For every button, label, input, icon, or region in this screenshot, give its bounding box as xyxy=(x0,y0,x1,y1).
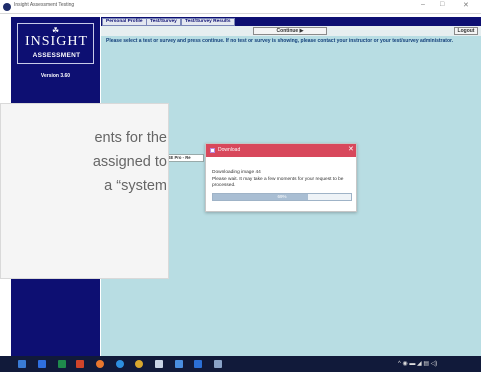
dialog-close-button[interactable]: ✕ xyxy=(348,145,354,153)
tab-personal-profile[interactable]: Personal Profile xyxy=(102,18,147,26)
excel-icon[interactable] xyxy=(58,360,66,368)
version-label: Version 3.60 xyxy=(40,73,71,79)
maximize-button[interactable]: □ xyxy=(440,1,444,8)
start-icon[interactable] xyxy=(18,360,26,368)
continue-button[interactable]: Continue ▶ xyxy=(253,27,327,35)
store-icon[interactable] xyxy=(194,360,202,368)
paint-icon[interactable] xyxy=(155,360,163,368)
app-icon xyxy=(3,3,11,11)
mail-icon[interactable] xyxy=(175,360,183,368)
dialog-title-bar: Download ✕ xyxy=(206,144,356,157)
file-explorer-icon[interactable] xyxy=(38,360,46,368)
progress-label: 69% xyxy=(277,194,287,199)
tab-test-survey-results[interactable]: Test/Survey Results xyxy=(181,18,235,26)
chrome-icon[interactable] xyxy=(135,360,143,368)
system-tray[interactable]: ^ ◉ ▬ ◢ ▤ ◁) xyxy=(398,360,437,367)
overlay-line: a “system xyxy=(104,178,167,194)
download-status: Downloading image 44 xyxy=(212,170,261,175)
overlay-line: assigned to xyxy=(92,154,167,170)
button-bar: Continue ▶ Logout xyxy=(101,26,481,36)
download-dialog: Download ✕ Downloading image 44 Please w… xyxy=(205,143,357,212)
instruction-text: Please select a test or survey and press… xyxy=(106,38,454,44)
taskbar: ^ ◉ ▬ ◢ ▤ ◁) xyxy=(0,356,481,372)
minimize-button[interactable]: – xyxy=(421,1,425,8)
dialog-title: Download xyxy=(218,147,241,153)
close-window-button[interactable]: ✕ xyxy=(463,1,469,9)
logo-tagline: ASSESSMENT xyxy=(32,52,81,59)
download-icon xyxy=(210,148,215,153)
edge-icon[interactable] xyxy=(116,360,124,368)
photos-icon[interactable] xyxy=(214,360,222,368)
tab-strip: Personal Profile Test/Survey Test/Survey… xyxy=(101,17,481,26)
download-progress-bar: 69% xyxy=(212,193,352,201)
tab-test-survey[interactable]: Test/Survey xyxy=(146,18,181,26)
slide-overlay: ents for the assigned to a “system xyxy=(0,103,169,279)
window-title-bar: Insight Assessment Testing – □ ✕ xyxy=(0,0,481,14)
insight-assessment-logo: ☘ INSIGHT ASSESSMENT xyxy=(17,23,94,64)
logout-button[interactable]: Logout xyxy=(454,27,478,35)
logo-wordmark: INSIGHT xyxy=(25,34,88,49)
powerpoint-icon[interactable] xyxy=(76,360,84,368)
window-title: Insight Assessment Testing xyxy=(14,2,75,8)
overlay-line: ents for the xyxy=(94,130,167,146)
firefox-icon[interactable] xyxy=(96,360,104,368)
download-wait-message: Please wait. It may take a few moments f… xyxy=(212,177,344,188)
overlay-text: ents for the assigned to a “system xyxy=(1,126,167,198)
